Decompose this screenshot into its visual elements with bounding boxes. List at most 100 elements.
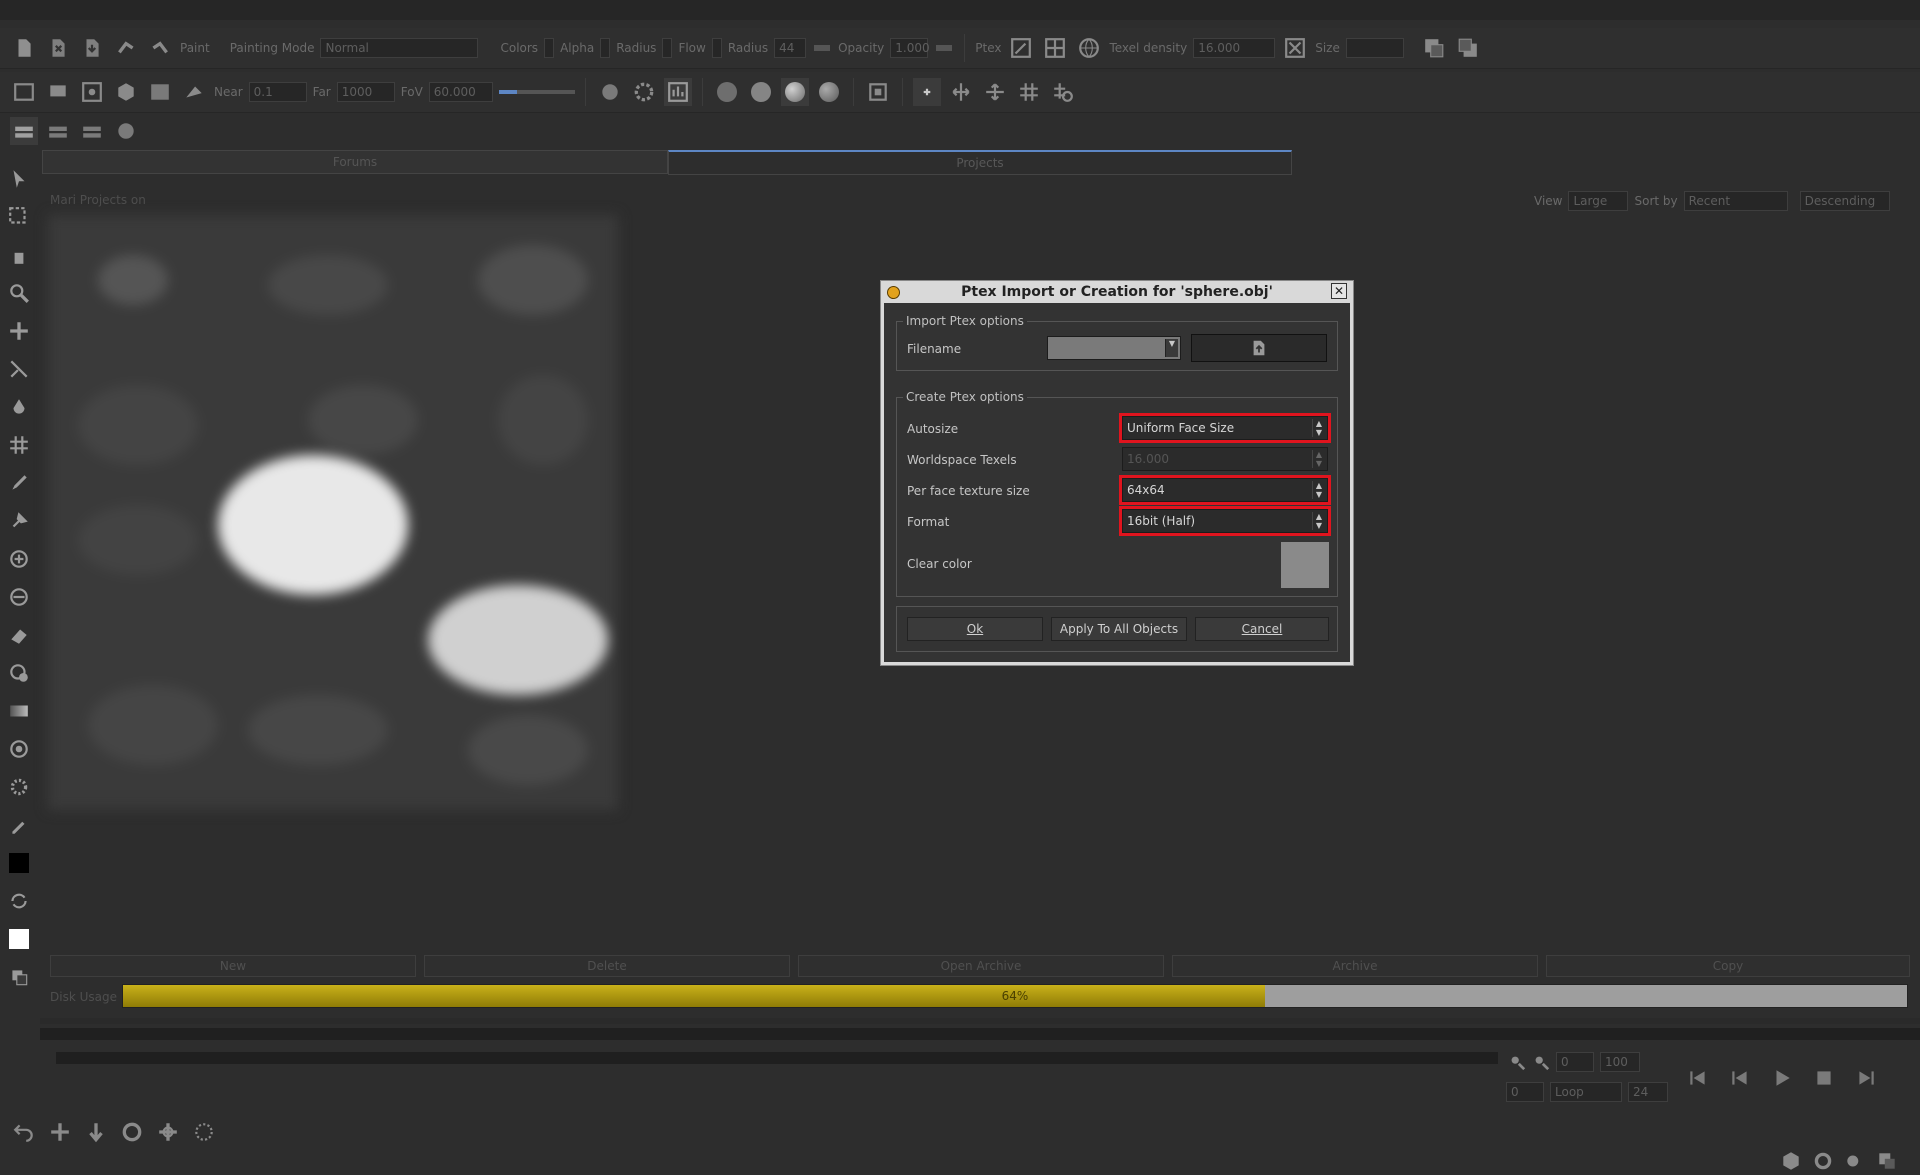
zoom-icon[interactable]: [5, 279, 33, 307]
new-file-icon[interactable]: [10, 34, 38, 62]
arrow-down-icon[interactable]: [82, 1118, 110, 1146]
status-cube-icon[interactable]: [1780, 1150, 1802, 1172]
save-icon[interactable]: [78, 34, 106, 62]
shading-flat-icon[interactable]: [713, 78, 741, 106]
fov-field[interactable]: 60.000: [428, 82, 493, 102]
close-icon[interactable]: ✕: [1331, 283, 1347, 299]
reset-colors-icon[interactable]: [5, 963, 33, 991]
open-archive-button[interactable]: Open Archive: [798, 955, 1164, 977]
swap-colors-icon[interactable]: [5, 887, 33, 915]
timeline-end-field[interactable]: 100: [1600, 1052, 1640, 1072]
fps-field[interactable]: 24: [1628, 1082, 1668, 1102]
radius-checkbox[interactable]: [662, 38, 673, 58]
undo-icon[interactable]: [10, 1118, 38, 1146]
layers-add-icon[interactable]: [44, 117, 72, 145]
stop-icon[interactable]: [1810, 1064, 1838, 1092]
status-paint-icon[interactable]: [1844, 1150, 1866, 1172]
frame-icon[interactable]: [864, 78, 892, 106]
new-project-button[interactable]: New: [50, 955, 416, 977]
point-icon[interactable]: [912, 78, 941, 106]
shading-smooth-icon[interactable]: [747, 78, 775, 106]
fill-icon[interactable]: [5, 735, 33, 763]
ptex-edit-icon[interactable]: [1007, 34, 1035, 62]
worldspace-texels-field[interactable]: 16.000 ▲ ▼: [1122, 447, 1328, 471]
move-gizmo-icon[interactable]: [46, 1118, 74, 1146]
tab-projects[interactable]: Projects: [668, 150, 1292, 175]
layers-merge-icon[interactable]: [112, 117, 140, 145]
layers-remove-icon[interactable]: [78, 117, 106, 145]
radius-field[interactable]: 44: [774, 38, 807, 58]
cog-paint-icon[interactable]: [5, 773, 33, 801]
redo-transform-icon[interactable]: [146, 34, 174, 62]
uv-view-icon[interactable]: [78, 78, 106, 106]
project-thumbnails[interactable]: [48, 215, 618, 810]
resize-icon[interactable]: [1281, 34, 1309, 62]
shading-full-icon[interactable]: [815, 78, 843, 106]
filename-combo[interactable]: ▼: [1047, 336, 1181, 360]
copy-layer-icon[interactable]: [1420, 34, 1448, 62]
order-select[interactable]: Descending: [1799, 191, 1890, 211]
near-field[interactable]: 0.1: [248, 82, 307, 102]
cancel-button[interactable]: Cancel: [1195, 617, 1329, 641]
sort-select[interactable]: Recent: [1683, 191, 1788, 211]
archive-button[interactable]: Archive: [1172, 955, 1538, 977]
clone-stamp-icon[interactable]: [5, 545, 33, 573]
key-remove-icon[interactable]: [1532, 1053, 1550, 1071]
far-field[interactable]: 1000: [336, 82, 395, 102]
timeline-start-field[interactable]: 0: [1556, 1052, 1594, 1072]
brush-icon[interactable]: [5, 469, 33, 497]
opacity-slider-icon[interactable]: [934, 34, 954, 62]
globe-icon[interactable]: [1075, 34, 1103, 62]
ptex-grid-icon[interactable]: [1041, 34, 1069, 62]
orbit-icon[interactable]: [190, 1118, 218, 1146]
alpha-checkbox[interactable]: [600, 38, 611, 58]
undo-transform-icon[interactable]: [112, 34, 140, 62]
copy-project-button[interactable]: Copy: [1546, 955, 1910, 977]
opacity-field[interactable]: 1.000: [890, 38, 930, 58]
gear-icon[interactable]: [630, 78, 658, 106]
size-select[interactable]: [1345, 38, 1404, 58]
format-select[interactable]: 16bit (Half) ▲ ▼: [1119, 506, 1331, 536]
face-size-select[interactable]: 64x64 ▲ ▼: [1119, 475, 1331, 505]
skip-end-icon[interactable]: [1852, 1064, 1880, 1092]
foreground-color-swatch[interactable]: [5, 849, 33, 877]
pin-icon[interactable]: [5, 507, 33, 535]
marquee-select-icon[interactable]: [5, 203, 33, 231]
colors-checkbox[interactable]: [544, 38, 555, 58]
play-icon[interactable]: [1768, 1064, 1796, 1092]
frame-field[interactable]: 0: [1506, 1082, 1544, 1102]
timeline-scrubber[interactable]: [56, 1052, 1498, 1064]
shading-lit-icon[interactable]: [780, 78, 809, 106]
apply-to-all-button[interactable]: Apply To All Objects: [1051, 617, 1187, 641]
camera-perspective-icon[interactable]: [44, 78, 72, 106]
shelf-icon[interactable]: [146, 78, 174, 106]
palette-icon[interactable]: [180, 78, 208, 106]
paste-layer-icon[interactable]: [1454, 34, 1482, 62]
painting-mode-select[interactable]: Normal: [320, 38, 479, 58]
hand-pan-icon[interactable]: [5, 241, 33, 269]
scale-gizmo-icon[interactable]: [154, 1118, 182, 1146]
step-back-icon[interactable]: [1726, 1064, 1754, 1092]
status-circle-icon[interactable]: [1812, 1150, 1834, 1172]
split-vertical-icon[interactable]: [981, 78, 1009, 106]
splitter[interactable]: [40, 1018, 1920, 1024]
gradient-icon[interactable]: [5, 697, 33, 725]
layers-icon[interactable]: [10, 117, 38, 145]
texture-view-icon[interactable]: [663, 78, 692, 106]
delete-project-button[interactable]: Delete: [424, 955, 790, 977]
cube-icon[interactable]: [112, 78, 140, 106]
texel-density-field[interactable]: 16.000: [1193, 38, 1276, 58]
split-horizontal-icon[interactable]: [947, 78, 975, 106]
blur-icon[interactable]: [5, 583, 33, 611]
tab-forums[interactable]: Forums: [42, 150, 668, 174]
view-select[interactable]: Large: [1568, 191, 1629, 211]
camera-front-icon[interactable]: [10, 78, 38, 106]
ok-button[interactable]: Ok: [907, 617, 1043, 641]
smudge-icon[interactable]: [5, 659, 33, 687]
rotate-icon[interactable]: [118, 1118, 146, 1146]
flow-checkbox[interactable]: [711, 38, 722, 58]
clear-color-swatch[interactable]: [1281, 542, 1329, 588]
move-icon[interactable]: [5, 317, 33, 345]
light-icon[interactable]: [596, 78, 624, 106]
eyedropper-icon[interactable]: [5, 811, 33, 839]
